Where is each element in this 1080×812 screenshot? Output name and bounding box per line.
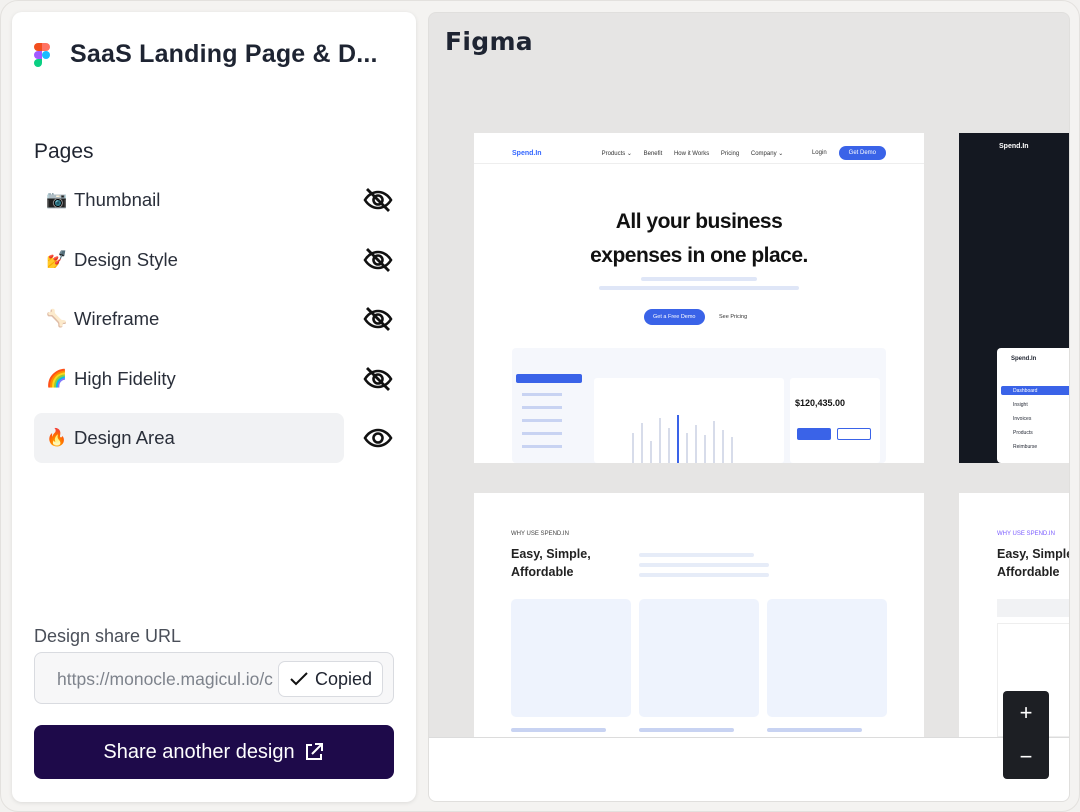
zoom-in-button[interactable]: +: [1003, 691, 1049, 735]
mock-cta-primary: Get a Free Demo: [644, 309, 705, 325]
pages-heading: Pages: [34, 140, 94, 163]
share-url-field[interactable]: https://monocle.magicul.io/c Copied: [34, 652, 394, 704]
mock-menu-item: Products: [1013, 430, 1033, 436]
eye-off-icon[interactable]: [362, 187, 394, 213]
share-url-value[interactable]: https://monocle.magicul.io/c: [57, 669, 287, 690]
page-item-high-fidelity[interactable]: 🌈 High Fidelity: [34, 354, 394, 404]
share-button-label: Share another design: [103, 740, 295, 763]
frame-wireframe[interactable]: WHY USE SPEND.IN Easy, Simple, Affordabl…: [474, 493, 924, 737]
placeholder-line: [639, 573, 769, 577]
page-item-label: Wireframe: [74, 308, 160, 329]
mock-nav-item: Benefit: [643, 150, 663, 157]
mock-menu-card: Spend.In Dashboard Insight Invoices Prod…: [997, 348, 1069, 463]
hero-line: expenses in one place.: [590, 244, 808, 267]
mock-cta-secondary: See Pricing: [719, 314, 748, 320]
placeholder-line: [522, 445, 562, 448]
placeholder-line: [522, 419, 562, 422]
mock-eyebrow: WHY USE SPEND.IN: [511, 531, 569, 537]
page-title: SaaS Landing Page & D...: [70, 40, 378, 68]
placeholder-line: [639, 728, 734, 732]
mock-menu-item: Dashboard: [1001, 386, 1069, 395]
mock-brand: Spend.In: [1011, 356, 1037, 362]
placeholder-line: [639, 563, 769, 567]
mock-eyebrow: WHY USE SPEND.IN: [997, 531, 1055, 537]
zoom-out-button[interactable]: −: [1003, 735, 1049, 779]
rainbow-icon: 🌈: [46, 368, 68, 388]
mock-brand: Spend.In: [999, 143, 1029, 150]
eye-off-icon[interactable]: [362, 247, 394, 273]
mock-menu-item: Invoices: [1013, 416, 1032, 422]
mock-amount: $120,435.00: [795, 398, 846, 408]
preview-title: Figma: [445, 27, 533, 56]
placeholder-active-row: [516, 374, 582, 383]
placeholder-line: [639, 553, 754, 557]
camera-icon: 📷: [46, 190, 68, 209]
nail-polish-icon: 💅: [46, 249, 68, 269]
mock-nav-item: Pricing: [720, 150, 740, 157]
placeholder-card: [511, 599, 631, 717]
placeholder-line: [522, 406, 562, 409]
mock-chart-bars: [632, 408, 797, 463]
mock-nav-item: How it Works: [673, 150, 710, 157]
eye-off-icon[interactable]: [362, 306, 394, 332]
placeholder-button: [797, 428, 831, 440]
placeholder-line: [522, 393, 562, 396]
page-item-wireframe[interactable]: 🦴 Wireframe: [34, 294, 394, 344]
mock-brand: Spend.In: [512, 149, 542, 157]
zoom-controls: + −: [1003, 691, 1049, 779]
page-item-design-area[interactable]: 🔥 Design Area: [34, 413, 394, 463]
placeholder-block: [997, 599, 1069, 617]
eye-off-icon[interactable]: [362, 366, 394, 392]
share-url-label: Design share URL: [34, 626, 182, 646]
mock-navbar: Spend.In Products ⌄ Benefit How it Works…: [512, 143, 886, 163]
mock-heading: Easy, Simple Affordable: [997, 547, 1070, 579]
divider: [474, 163, 924, 164]
page-item-thumbnail[interactable]: 📷 Thumbnail: [34, 175, 394, 225]
frame-dark-hero[interactable]: Spend.In Spend.In Dashboard Insight Invo…: [959, 133, 1069, 463]
placeholder-line: [511, 728, 606, 732]
eye-icon[interactable]: [362, 425, 394, 451]
mock-hero-title: All your business expenses in one place.: [474, 205, 924, 273]
mock-menu-item: Reimburse: [1013, 444, 1038, 450]
mock-menu-item: Insight: [1013, 402, 1028, 408]
external-link-icon: [305, 743, 323, 760]
placeholder-card: [639, 599, 759, 717]
placeholder-line: [641, 277, 757, 281]
page-item-label: Thumbnail: [74, 189, 161, 210]
hero-line: All your business: [615, 210, 783, 233]
panel-header: SaaS Landing Page & D...: [34, 40, 378, 69]
check-icon: [290, 672, 308, 686]
page-item-label: Design Area: [74, 427, 175, 448]
sidebar-panel: SaaS Landing Page & D... Pages 📷 Thumbna…: [12, 12, 416, 802]
mock-dashboard: $120,435.00: [512, 348, 886, 463]
design-preview-canvas[interactable]: Figma Spend.In Products ⌄ Benefit How it…: [428, 12, 1070, 802]
share-another-design-button[interactable]: Share another design: [34, 725, 394, 779]
page-item-label: Design Style: [74, 248, 178, 270]
page-item-label: High Fidelity: [74, 367, 176, 389]
page-item-design-style[interactable]: 💅 Design Style: [34, 235, 394, 285]
placeholder-line: [767, 728, 862, 732]
page-list: 📷 Thumbnail 💅 Design Style 🦴 Wireframe 🌈…: [34, 175, 394, 473]
mock-heading: Easy, Simple, Affordable: [511, 547, 591, 579]
placeholder-card: [767, 599, 887, 717]
copy-button[interactable]: Copied: [277, 661, 383, 697]
mock-login: Login: [811, 150, 827, 156]
bone-icon: 🦴: [46, 309, 68, 328]
mock-demo-button: Get Demo: [838, 146, 886, 160]
app-window: SaaS Landing Page & D... Pages 📷 Thumbna…: [0, 0, 1080, 812]
copy-button-label: Copied: [314, 668, 372, 689]
mock-stat-card: [790, 378, 880, 463]
mock-nav-item: Products ⌄: [601, 150, 632, 157]
figma-logo-icon: [34, 42, 50, 67]
preview-bottom-bar: [429, 737, 1069, 801]
mock-nav-item: Company ⌄: [750, 150, 784, 157]
frame-thumbnail-hero[interactable]: Spend.In Products ⌄ Benefit How it Works…: [474, 133, 924, 463]
fire-icon: 🔥: [46, 428, 68, 447]
placeholder-button: [837, 428, 871, 440]
placeholder-line: [522, 432, 562, 435]
placeholder-line: [599, 286, 799, 290]
